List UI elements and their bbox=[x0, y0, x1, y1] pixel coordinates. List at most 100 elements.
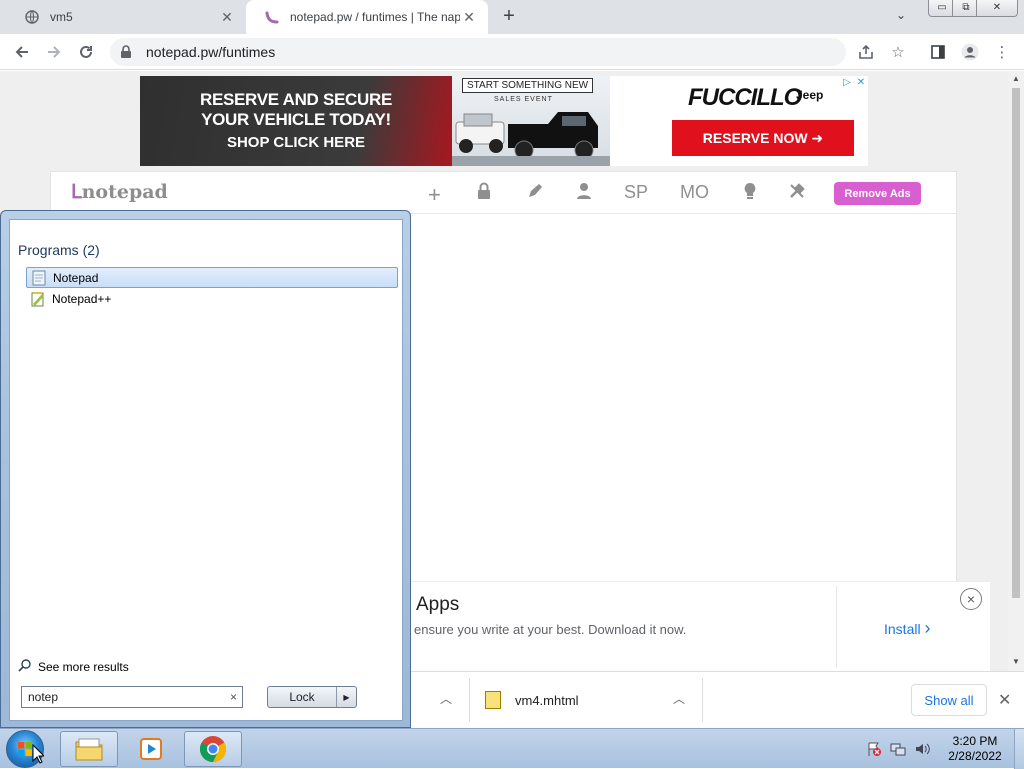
bookmark-star-icon[interactable]: ☆ bbox=[888, 42, 908, 62]
start-menu: Programs (2) Notepad Notepad++ See more … bbox=[0, 210, 411, 728]
address-bar[interactable]: notepad.pw/funtimes bbox=[110, 38, 846, 66]
result-label: Notepad++ bbox=[52, 291, 112, 306]
user-icon[interactable] bbox=[576, 182, 592, 204]
network-icon[interactable] bbox=[890, 741, 906, 760]
divider bbox=[469, 678, 470, 722]
show-desktop-button[interactable] bbox=[1014, 729, 1024, 769]
divider bbox=[702, 678, 703, 722]
chevron-up-icon[interactable]: ︿ bbox=[440, 690, 452, 707]
apps-ad-banner[interactable]: Apps ensure you write at your best. Down… bbox=[410, 581, 990, 671]
back-arrow-icon[interactable] bbox=[10, 40, 34, 64]
scroll-up-icon[interactable]: ▲ bbox=[1012, 74, 1020, 83]
page-scrollbar[interactable]: ▲ ▼ bbox=[1008, 71, 1024, 671]
ad-description: ensure you write at your best. Download … bbox=[414, 622, 687, 637]
url-text: notepad.pw/funtimes bbox=[146, 44, 276, 60]
result-notepad[interactable]: Notepad bbox=[26, 267, 398, 288]
lock-icon[interactable] bbox=[120, 45, 134, 59]
tab-strip: vm5 ✕ notepad.pw / funtimes | The napi ✕… bbox=[0, 0, 1024, 34]
mouse-cursor-icon bbox=[32, 744, 44, 764]
tab-title: vm5 bbox=[50, 10, 73, 24]
start-search-input[interactable]: notep × bbox=[21, 686, 243, 708]
install-label: Install bbox=[884, 621, 921, 637]
folder-icon bbox=[75, 738, 103, 761]
pencil-icon[interactable] bbox=[526, 182, 544, 204]
chevron-right-icon: › bbox=[924, 618, 931, 638]
sp-button[interactable]: SP bbox=[624, 182, 648, 204]
close-downloads-icon[interactable]: ✕ bbox=[998, 690, 1011, 710]
ad-title: Apps bbox=[416, 594, 460, 615]
media-player-taskbar-button[interactable] bbox=[122, 731, 180, 767]
ad-right-panel[interactable]: FUCCILLO Jeep RESERVE NOW ➜ bbox=[610, 76, 868, 166]
mo-button[interactable]: MO bbox=[680, 182, 709, 204]
clock-time: 3:20 PM bbox=[952, 734, 998, 748]
ad-line-3[interactable]: SHOP CLICK HERE bbox=[140, 134, 452, 151]
chevron-up-icon[interactable]: ︿ bbox=[673, 690, 685, 707]
ad-partner: Jeep bbox=[796, 88, 824, 102]
close-ad-button[interactable]: × bbox=[960, 588, 982, 610]
taskbar: 3:20 PM 2/28/2022 bbox=[0, 728, 1024, 769]
notepad-logo[interactable]: ᒪnotepad bbox=[71, 181, 168, 203]
globe-icon bbox=[24, 9, 40, 25]
adchoices-icon[interactable]: ▷ bbox=[840, 76, 854, 90]
tab-search-icon[interactable]: ⌄ bbox=[896, 8, 906, 22]
ad-brand: FUCCILLO bbox=[688, 84, 802, 111]
file-explorer-taskbar-button[interactable] bbox=[60, 731, 118, 767]
scrollbar-thumb[interactable] bbox=[1012, 88, 1020, 598]
close-tab-icon[interactable]: ✕ bbox=[218, 8, 236, 26]
chrome-icon bbox=[199, 736, 227, 763]
ad-vehicle-image[interactable]: START SOMETHING NEW SALES EVENT bbox=[452, 76, 610, 166]
tab-vm5[interactable]: vm5 ✕ bbox=[6, 0, 246, 34]
file-icon bbox=[485, 691, 501, 709]
tab-notepad[interactable]: notepad.pw / funtimes | The napi ✕ bbox=[246, 0, 488, 34]
lock-label: Lock bbox=[289, 690, 315, 704]
close-tab-icon[interactable]: ✕ bbox=[460, 8, 478, 26]
remove-ads-button[interactable]: Remove Ads bbox=[834, 182, 921, 205]
programs-heading[interactable]: Programs (2) bbox=[18, 242, 100, 258]
reserve-now-button[interactable]: RESERVE NOW ➜ bbox=[672, 120, 854, 156]
forward-arrow-icon[interactable] bbox=[42, 40, 66, 64]
side-panel-icon[interactable] bbox=[928, 42, 948, 62]
volume-icon[interactable] bbox=[914, 741, 930, 760]
notepad-favicon bbox=[264, 9, 280, 25]
install-link[interactable]: Install › bbox=[884, 618, 930, 639]
search-results-panel: Programs (2) Notepad Notepad++ See more … bbox=[9, 219, 403, 721]
truck-icon bbox=[452, 112, 610, 166]
notepad-app-icon bbox=[31, 270, 47, 286]
result-notepad-plus-plus[interactable]: Notepad++ bbox=[26, 288, 398, 309]
chrome-taskbar-button[interactable] bbox=[184, 731, 242, 767]
add-note-icon[interactable]: + bbox=[428, 182, 441, 207]
lock-note-icon[interactable] bbox=[476, 182, 492, 204]
profile-avatar-icon[interactable] bbox=[960, 42, 980, 62]
notepad-header: ᒪnotepad + SP MO Remove Ads bbox=[51, 172, 956, 214]
reload-icon[interactable] bbox=[74, 40, 98, 64]
notepad-plus-plus-icon bbox=[30, 291, 46, 307]
show-all-button[interactable]: Show all bbox=[911, 684, 987, 716]
magnifier-icon bbox=[18, 658, 32, 675]
close-window-button[interactable]: ✕ bbox=[976, 0, 1018, 17]
scroll-down-icon[interactable]: ▼ bbox=[1012, 657, 1020, 666]
tab-title: notepad.pw / funtimes | The napi bbox=[290, 10, 460, 24]
ad-close-icon[interactable]: ✕ bbox=[854, 76, 868, 90]
start-menu-footer: notep × Lock ▶ bbox=[9, 674, 403, 721]
clear-search-icon[interactable]: × bbox=[230, 690, 237, 704]
search-value: notep bbox=[28, 690, 59, 704]
new-tab-button[interactable]: + bbox=[498, 6, 520, 28]
taskbar-clock[interactable]: 3:20 PM 2/28/2022 bbox=[946, 734, 1004, 764]
ad-left-panel[interactable]: RESERVE AND SECURE YOUR VEHICLE TODAY! S… bbox=[140, 76, 452, 166]
vehicle-ad-banner[interactable]: RESERVE AND SECURE YOUR VEHICLE TODAY! S… bbox=[140, 76, 868, 166]
see-more-label: See more results bbox=[38, 659, 129, 674]
notepad-logo-text: notepad bbox=[81, 181, 168, 203]
tools-icon[interactable] bbox=[788, 182, 806, 204]
system-tray bbox=[866, 741, 930, 760]
share-icon[interactable] bbox=[856, 42, 876, 62]
power-options-arrow-icon[interactable]: ▶ bbox=[336, 687, 356, 707]
action-center-flag-icon[interactable] bbox=[866, 741, 882, 760]
see-more-results-link[interactable]: See more results bbox=[18, 658, 129, 675]
clock-date: 2/28/2022 bbox=[948, 749, 1002, 763]
media-player-icon bbox=[140, 738, 162, 760]
lock-button[interactable]: Lock ▶ bbox=[267, 686, 357, 708]
kebab-menu-icon[interactable]: ⋮ bbox=[992, 42, 1012, 62]
lightbulb-icon[interactable] bbox=[743, 182, 757, 204]
download-filename[interactable]: vm4.mhtml bbox=[515, 693, 579, 708]
ad-line-2: YOUR VEHICLE TODAY! bbox=[201, 110, 391, 129]
